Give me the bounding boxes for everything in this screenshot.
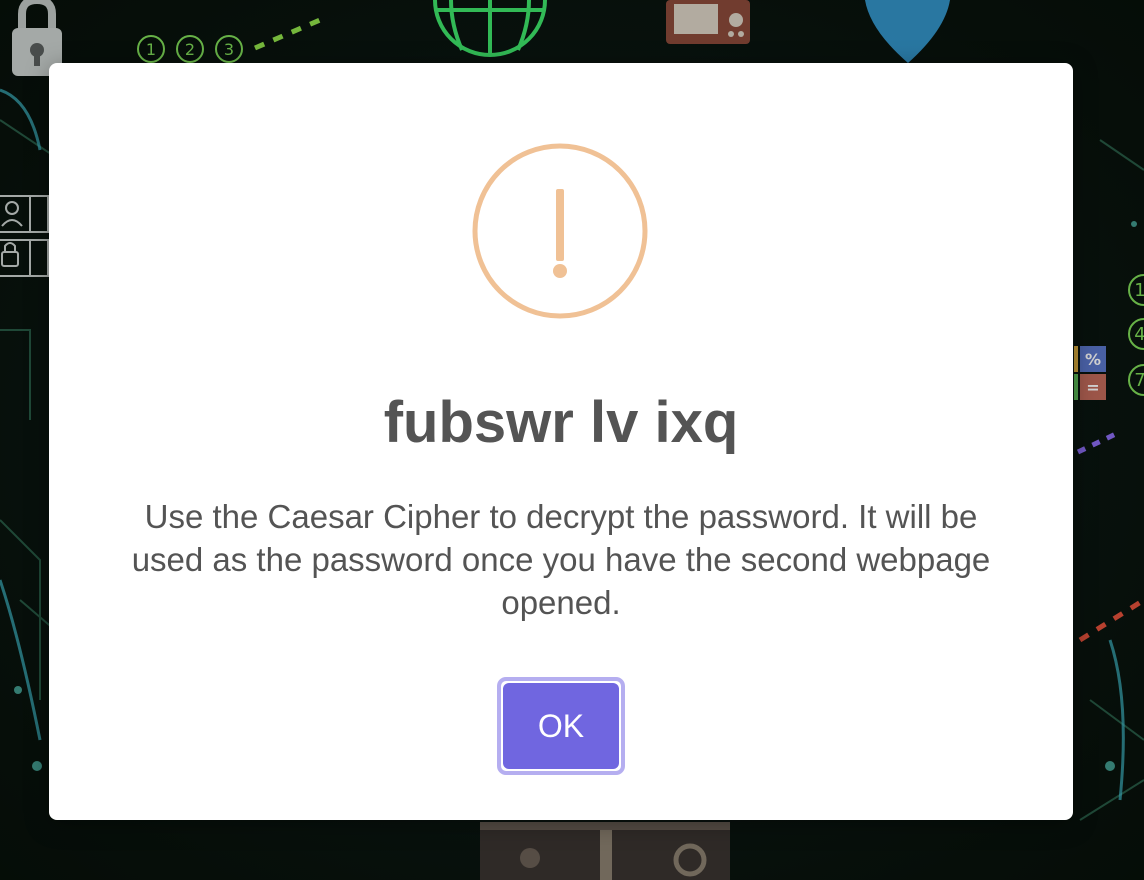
confirm-ok-button[interactable]: OK bbox=[503, 683, 619, 769]
exclamation-warning-icon bbox=[472, 143, 648, 319]
dialog-title: fubswr lv ixq bbox=[383, 390, 739, 455]
dialog-message: Use the Caesar Cipher to decrypt the pas… bbox=[131, 498, 991, 621]
game-screen: 1 2 3 1 4 7 % = fubswr lv ixq Use the Ca… bbox=[0, 0, 1144, 880]
alert-dialog: fubswr lv ixq Use the Caesar Cipher to d… bbox=[49, 63, 1073, 820]
confirm-button-focus-ring: OK bbox=[497, 677, 625, 775]
